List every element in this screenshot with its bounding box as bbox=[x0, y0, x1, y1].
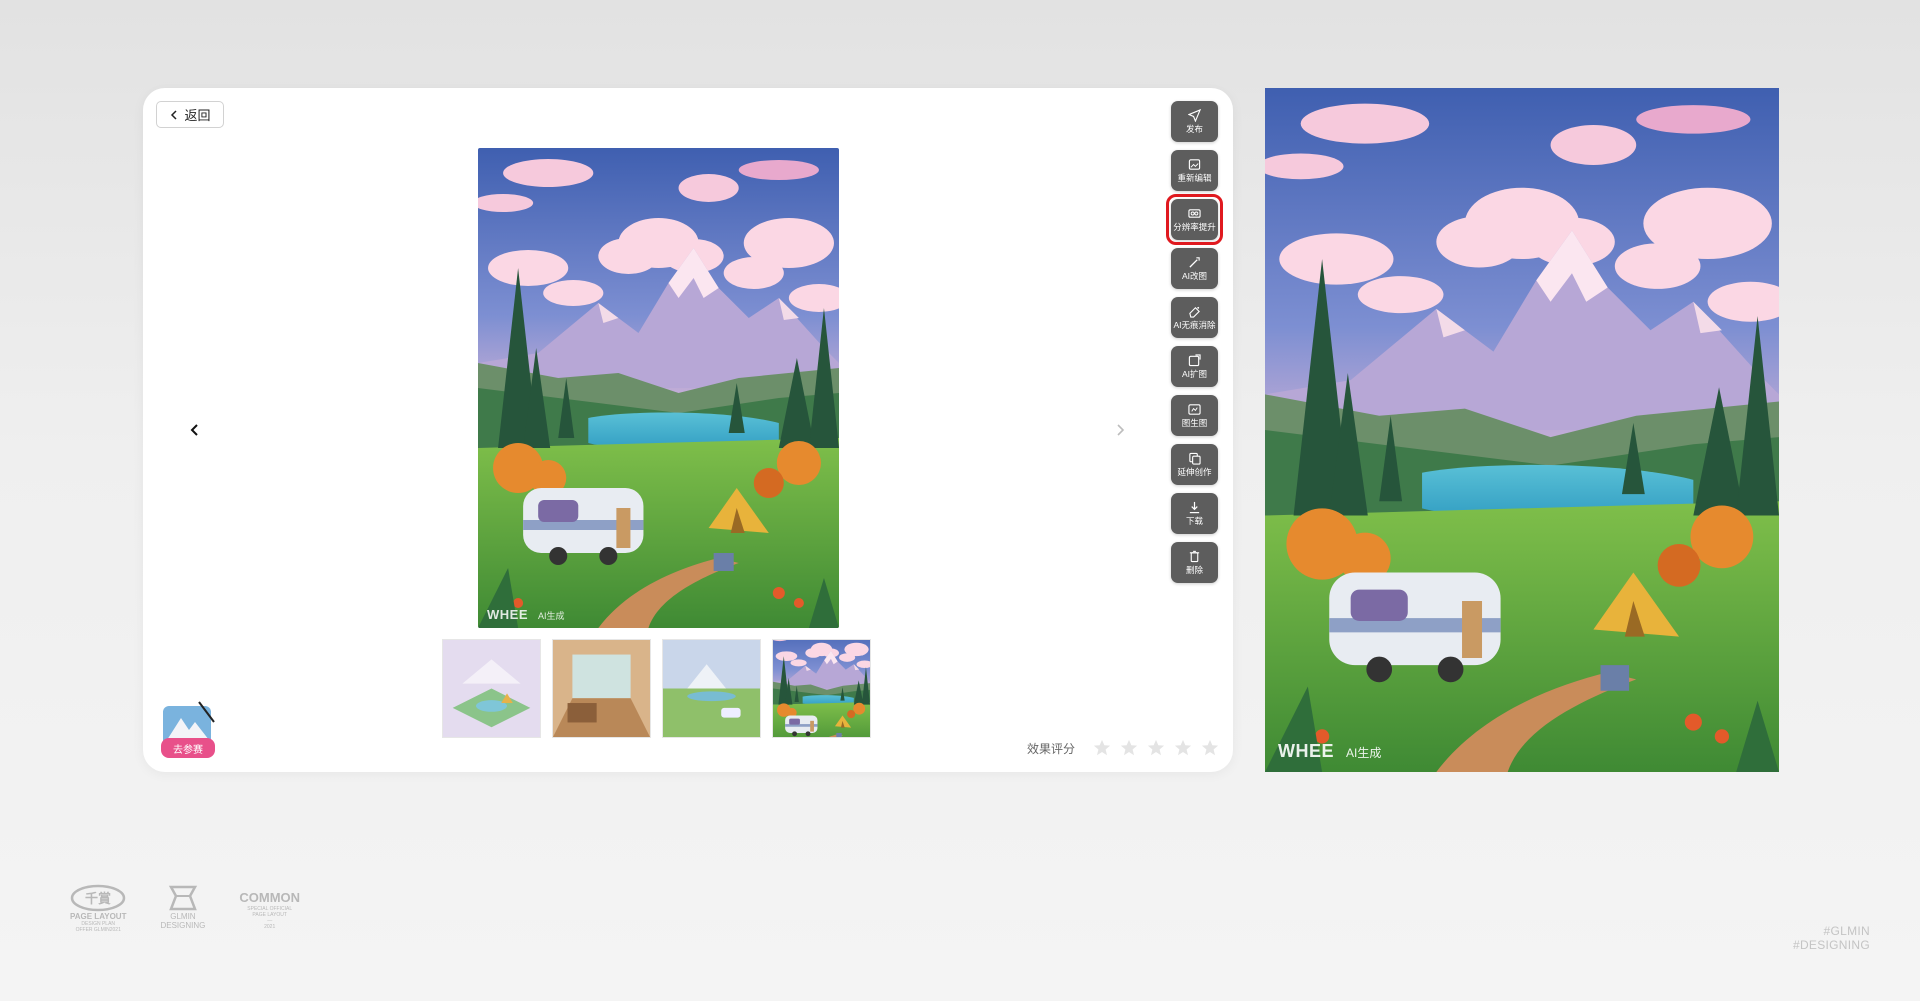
thumbnail-image bbox=[663, 640, 760, 737]
star-icon[interactable] bbox=[1147, 739, 1165, 757]
ai-modify-button[interactable]: AI改图 bbox=[1171, 248, 1218, 289]
download-icon bbox=[1189, 501, 1200, 514]
watermark-brand: WHEE bbox=[487, 607, 528, 622]
tool-label: 下载 bbox=[1185, 516, 1203, 526]
extend-creation-button[interactable]: 延伸创作 bbox=[1171, 444, 1218, 485]
image-detail-panel: 返回 WHEE AI生成 去参赛 效果评分 bbox=[143, 88, 1233, 772]
upscaled-preview-image: WHEE AI生成 bbox=[1265, 88, 1779, 772]
star-icon[interactable] bbox=[1201, 739, 1219, 757]
tool-label: 延伸创作 bbox=[1177, 467, 1212, 477]
footer-tag: #DESIGNING bbox=[1792, 938, 1870, 952]
logo-line: DESIGNING bbox=[160, 921, 206, 930]
footer-tags: #GLMIN #DESIGNING bbox=[1793, 924, 1870, 952]
expand-icon bbox=[1188, 354, 1201, 367]
rating-label: 效果评分 bbox=[1026, 741, 1075, 756]
main-generated-image[interactable]: WHEE AI生成 bbox=[478, 148, 839, 628]
tool-label: 发布 bbox=[1185, 124, 1203, 134]
delete-button[interactable]: 删除 bbox=[1171, 542, 1218, 583]
tool-label: 图生图 bbox=[1181, 418, 1208, 428]
tool-label: AI扩图 bbox=[1181, 369, 1208, 379]
tool-label: 重新编辑 bbox=[1177, 173, 1212, 183]
logo-title: COMMON bbox=[239, 890, 301, 905]
watermark-brand: WHEE bbox=[1278, 741, 1334, 761]
download-button[interactable]: 下载 bbox=[1171, 493, 1218, 534]
thumbnail-image bbox=[443, 640, 540, 737]
logo-line: 2021 bbox=[264, 924, 276, 930]
copy-icon bbox=[1189, 452, 1201, 465]
image-edit-icon bbox=[1188, 159, 1201, 170]
thumbnail-camping-valley[interactable] bbox=[662, 639, 761, 738]
star-icon[interactable] bbox=[1120, 739, 1138, 757]
chevron-right-icon bbox=[1117, 424, 1125, 436]
tool-label: AI改图 bbox=[1181, 271, 1208, 281]
ai-erase-button[interactable]: AI无痕消除 bbox=[1171, 297, 1218, 338]
thumbnail-cozy-room[interactable] bbox=[552, 639, 651, 738]
glmin-logo: GLMIN DESIGNING bbox=[160, 884, 205, 930]
thumbnail-isometric-camp[interactable] bbox=[442, 639, 541, 738]
footer-tag: #GLMIN bbox=[1823, 924, 1870, 938]
eraser-icon bbox=[1189, 306, 1200, 318]
logo-mark: 千賞 bbox=[85, 891, 111, 907]
trash-icon bbox=[1189, 550, 1200, 563]
landscape-artwork-large bbox=[1265, 88, 1779, 772]
thumbnail-image bbox=[773, 640, 870, 737]
thumbnail-strip bbox=[442, 639, 871, 738]
landscape-artwork bbox=[478, 148, 839, 628]
star-icon[interactable] bbox=[1174, 739, 1192, 757]
back-label: 返回 bbox=[184, 108, 211, 123]
tool-label: 分辨率提升 bbox=[1173, 222, 1216, 232]
prev-image-button[interactable] bbox=[182, 418, 206, 442]
glmin-mark-icon bbox=[168, 885, 198, 911]
preview-watermark: WHEE AI生成 bbox=[1278, 741, 1381, 762]
contest-badge-label: 去参赛 bbox=[173, 743, 203, 756]
tool-label: 删除 bbox=[1185, 565, 1203, 575]
upscale-resolution-button[interactable]: 分辨率提升 bbox=[1166, 194, 1223, 245]
logo-line: OFFER GLMIN2021 bbox=[75, 927, 121, 933]
rating-widget: 效果评分 bbox=[1027, 739, 1219, 757]
hd-icon bbox=[1188, 209, 1201, 218]
thumbnail-mountain-caravan[interactable] bbox=[772, 639, 871, 738]
tool-label: AI无痕消除 bbox=[1173, 320, 1216, 330]
magic-brush-icon bbox=[1189, 257, 1200, 268]
footer-logos: 千賞 PAGE LAYOUT DESIGN PLAN OFFER GLMIN20… bbox=[70, 884, 300, 933]
publish-button[interactable]: 发布 bbox=[1171, 101, 1218, 142]
common-logo: COMMON SPECIAL OFFICIAL PAGE LAYOUT — 20… bbox=[239, 884, 300, 930]
re-edit-button[interactable]: 重新编辑 bbox=[1171, 150, 1218, 191]
image-watermark: WHEE AI生成 bbox=[487, 607, 565, 622]
contest-badge[interactable]: 去参赛 bbox=[159, 700, 217, 760]
thumbnail-image bbox=[553, 640, 650, 737]
contest-badge-icon: 去参赛 bbox=[161, 701, 215, 758]
watermark-sub: AI生成 bbox=[1346, 746, 1382, 760]
chevron-left-icon bbox=[171, 109, 178, 120]
image-to-image-icon bbox=[1188, 404, 1201, 415]
watermark-sub: AI生成 bbox=[538, 611, 565, 621]
ai-expand-button[interactable]: AI扩图 bbox=[1171, 346, 1218, 387]
logo-title: GLMIN bbox=[170, 912, 196, 921]
logo-title: PAGE LAYOUT bbox=[70, 912, 127, 921]
page-layout-logo: 千賞 PAGE LAYOUT DESIGN PLAN OFFER GLMIN20… bbox=[70, 884, 126, 933]
action-toolbar: 发布 重新编辑 分辨率提升 AI改图 AI无痕消除 AI扩图 图生图 延伸创作 … bbox=[1166, 101, 1223, 583]
star-icon[interactable] bbox=[1093, 739, 1111, 757]
oval-badge-icon: 千賞 bbox=[70, 884, 126, 912]
send-icon bbox=[1188, 109, 1201, 122]
chevron-left-icon bbox=[190, 424, 198, 436]
next-image-button[interactable] bbox=[1109, 418, 1133, 442]
back-button[interactable]: 返回 bbox=[156, 101, 224, 128]
image-to-image-button[interactable]: 图生图 bbox=[1171, 395, 1218, 436]
